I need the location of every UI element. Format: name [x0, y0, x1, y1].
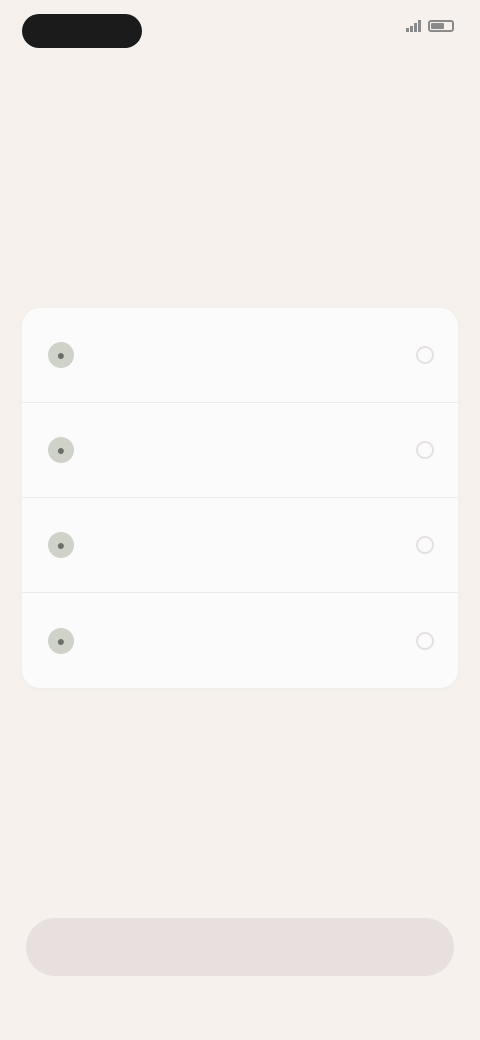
- options-card: ● ● ● ●: [22, 308, 458, 688]
- battery-icon: [428, 20, 454, 32]
- status-indicators: [400, 20, 454, 32]
- status-bar: [0, 0, 480, 62]
- signal-icon: [406, 20, 422, 32]
- circle-icon: ●: [48, 437, 74, 463]
- radio-icon[interactable]: [416, 346, 434, 364]
- option-row[interactable]: ●: [22, 498, 458, 593]
- circle-icon: ●: [48, 532, 74, 558]
- radio-icon[interactable]: [416, 441, 434, 459]
- continue-button[interactable]: [26, 918, 454, 976]
- option-row[interactable]: ●: [22, 403, 458, 498]
- radio-icon[interactable]: [416, 631, 434, 650]
- circle-icon: ●: [48, 342, 74, 368]
- option-row[interactable]: ●: [22, 593, 458, 688]
- circle-icon: ●: [48, 627, 74, 654]
- radio-icon[interactable]: [416, 536, 434, 554]
- option-row[interactable]: ●: [22, 308, 458, 403]
- status-time: [22, 14, 142, 48]
